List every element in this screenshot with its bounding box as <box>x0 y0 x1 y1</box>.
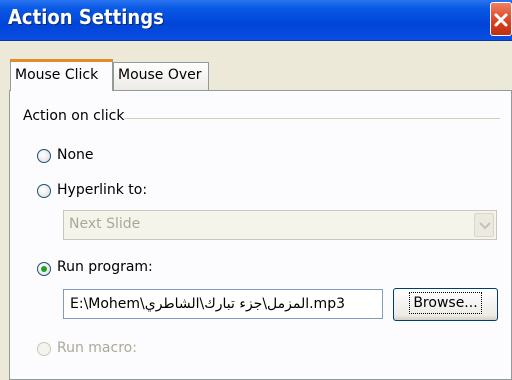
radio-run-macro <box>37 342 51 356</box>
chevron-down-icon <box>479 222 491 230</box>
window-title: Action Settings <box>8 5 164 29</box>
tab-mouse-over-label: Mouse Over <box>118 67 202 83</box>
radio-none[interactable] <box>37 149 51 163</box>
radio-run-program[interactable] <box>37 262 51 276</box>
group-label: Action on click <box>23 108 125 124</box>
radio-hyperlink[interactable] <box>37 184 51 198</box>
browse-button[interactable]: Browse... <box>393 288 498 321</box>
hyperlink-select-value: Next Slide <box>69 216 141 232</box>
radio-run-macro-label: Run macro: <box>57 340 137 356</box>
group-divider <box>125 118 500 119</box>
browse-button-label: Browse... <box>409 292 482 314</box>
close-button[interactable] <box>490 2 512 36</box>
close-icon <box>494 13 508 27</box>
hyperlink-select: Next Slide <box>63 210 497 240</box>
tab-mouse-click-label: Mouse Click <box>15 67 99 83</box>
radio-none-label[interactable]: None <box>57 147 94 163</box>
radio-run-program-label[interactable]: Run program: <box>57 259 153 275</box>
tab-mouse-click[interactable]: Mouse Click <box>10 59 113 91</box>
tab-mouse-over[interactable]: Mouse Over <box>113 62 209 90</box>
hyperlink-select-arrow <box>474 213 494 237</box>
title-bar[interactable]: Action Settings <box>0 0 512 41</box>
program-path-input[interactable]: E:\Mohem\المزمل\جزء تبارك\الشاطري.mp3 <box>63 289 383 319</box>
radio-hyperlink-label[interactable]: Hyperlink to: <box>57 182 147 198</box>
